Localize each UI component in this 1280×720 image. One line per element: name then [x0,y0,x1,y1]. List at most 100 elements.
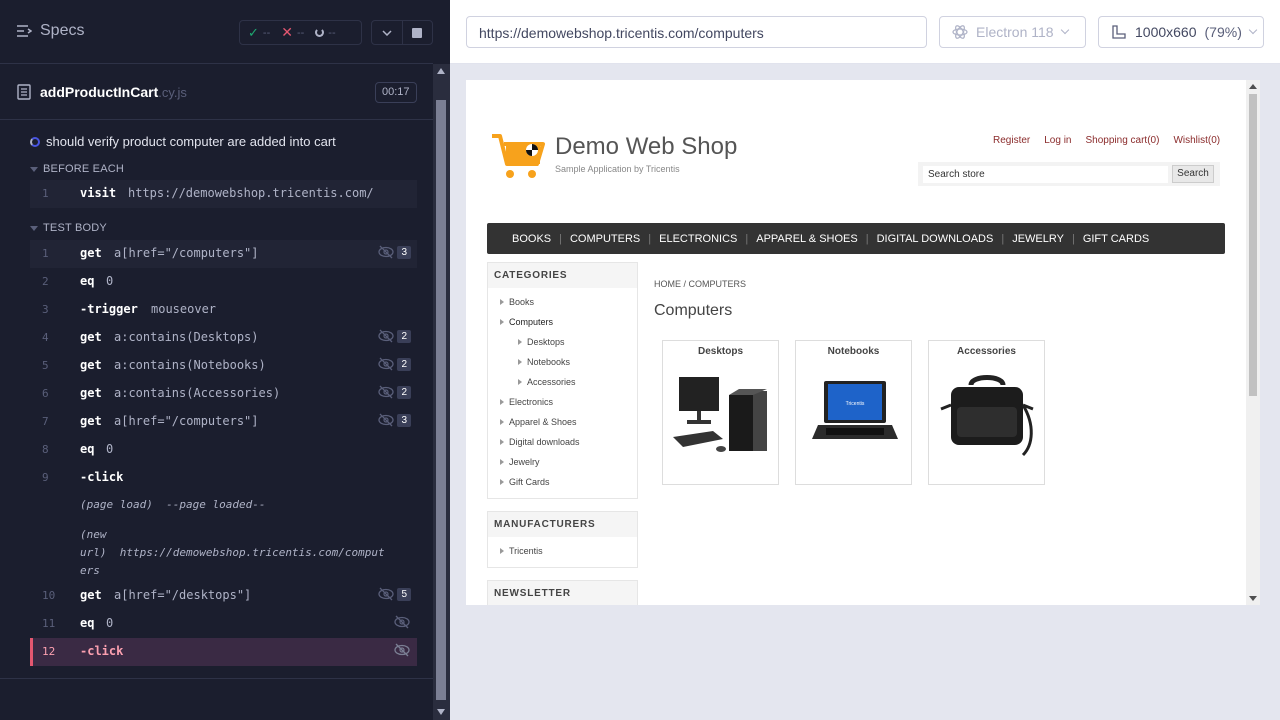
category-desktops[interactable]: Desktops [488,332,637,352]
before-each-header[interactable]: BEFORE EACH [30,163,124,175]
desktop-computer-image[interactable] [671,369,771,464]
category-apparel-shoes[interactable]: Apparel & Shoes [488,412,637,432]
command-row-active[interactable]: 12 -click [30,638,417,666]
svg-text:Tricentis: Tricentis [846,401,865,407]
browser-selector[interactable]: Electron 118 [939,16,1086,48]
eye-slash-icon [378,245,395,259]
specs-button[interactable]: Specs [16,22,84,40]
browser-label: Electron 118 [976,24,1054,40]
scroll-down-arrow-icon[interactable] [437,709,445,715]
command-row[interactable]: 5 get a:contains(Notebooks) 2 [30,352,417,380]
passed-icon: ✓ [248,24,259,40]
manufacturer-tricentis[interactable]: Tricentis [488,541,637,561]
category-electronics[interactable]: Electronics [488,392,637,412]
test-body-header[interactable]: TEST BODY [30,222,107,234]
manufacturers-block: MANUFACTURERS Tricentis [487,511,638,568]
command-row[interactable]: 11 eq 0 [30,610,417,638]
subcategory-card-desktops[interactable]: Desktops [662,340,779,485]
breadcrumb[interactable]: HOME / COMPUTERS [654,279,746,289]
menu-jewelry[interactable]: JEWELRY [1012,233,1064,245]
document-icon [17,84,31,100]
subcategory-card-notebooks[interactable]: Notebooks Tricentis [795,340,912,485]
search-button[interactable]: Search [1172,165,1214,183]
command-row[interactable]: 1 visit https://demowebshop.tricentis.co… [30,180,417,208]
reporter-scrollbar[interactable] [433,64,450,720]
specs-label: Specs [40,22,85,39]
wishlist-link[interactable]: Wishlist(0) [1173,135,1220,146]
manufacturers-title: MANUFACTURERS [488,512,637,537]
command-row[interactable]: 2 eq 0 [30,268,417,296]
category-gift-cards[interactable]: Gift Cards [488,472,637,492]
page-load-event[interactable]: (page load) --page loaded-- [80,498,265,511]
newsletter-block: NEWSLETTER [487,580,638,605]
web-shop-page: Demo Web Shop Sample Application by Tric… [475,104,1237,605]
menu-computers[interactable]: COMPUTERS [570,233,640,245]
element-count-badge: 2 [397,385,411,399]
aut-scrollbar[interactable] [1246,80,1260,605]
command-row[interactable]: 7 get a[href="/computers"] 3 [30,408,417,436]
scroll-up-arrow-icon[interactable] [437,68,445,74]
element-count-badge: 5 [397,587,411,601]
stop-button[interactable] [401,21,433,44]
electron-icon [952,25,968,39]
register-link[interactable]: Register [993,135,1030,146]
shop-subtitle: Sample Application by Tricentis [555,164,680,174]
menu-apparel-shoes[interactable]: APPAREL & SHOES [756,233,857,245]
search-box: Search store Search [918,162,1220,186]
scroll-up-arrow-icon[interactable] [1249,84,1257,89]
menu-gift-cards[interactable]: GIFT CARDS [1083,233,1149,245]
element-count-badge: 3 [397,245,411,259]
command-row[interactable]: 6 get a:contains(Accessories) 2 [30,380,417,408]
viewport-zoom: (79%) [1204,24,1242,40]
eye-slash-icon [378,413,395,427]
spec-file-name[interactable]: addProductInCart.cy.js [40,84,187,100]
new-url-event[interactable]: (new url) https://demowebshop.tricentis.… [80,526,385,580]
category-digital-downloads[interactable]: Digital downloads [488,432,637,452]
newsletter-title: NEWSLETTER [488,581,637,605]
test-title[interactable]: should verify product computer are added… [30,134,336,149]
header-links: Register Log in Shopping cart(0) Wishlis… [993,135,1220,146]
command-row[interactable]: 9 -click [30,464,417,492]
category-accessories[interactable]: Accessories [488,372,637,392]
page-title: Computers [654,302,733,319]
subcategory-card-accessories[interactable]: Accessories [928,340,1045,485]
reporter-header: Specs ✓ -- ✕ -- -- [0,0,433,64]
aut-iframe[interactable]: Demo Web Shop Sample Application by Tric… [466,80,1260,605]
search-input[interactable]: Search store [923,166,1168,183]
command-row[interactable]: 10 get a[href="/desktops"] 5 [30,582,417,610]
login-link[interactable]: Log in [1044,135,1071,146]
categories-block: CATEGORIES Books Computers Desktops Note… [487,262,638,499]
run-controls [371,20,433,45]
category-jewelry[interactable]: Jewelry [488,452,637,472]
pending-count: -- [328,26,336,39]
menu-books[interactable]: BOOKS [512,233,551,245]
command-row[interactable]: 4 get a:contains(Desktops) 2 [30,324,417,352]
expand-collapse-button[interactable] [372,21,402,44]
url-bar[interactable]: https://demowebshop.tricentis.com/comput… [466,16,927,48]
command-row[interactable]: 3 -trigger mouseover [30,296,417,324]
shopping-cart-link[interactable]: Shopping cart(0) [1086,135,1160,146]
cart-logo-icon [492,134,545,178]
shop-title[interactable]: Demo Web Shop [555,133,737,161]
category-notebooks[interactable]: Notebooks [488,352,637,372]
menu-electronics[interactable]: ELECTRONICS [659,233,737,245]
top-menu: BOOKS | COMPUTERS | ELECTRONICS | APPAREL &… [487,223,1225,254]
command-row[interactable]: 8 eq 0 [30,436,417,464]
command-row[interactable]: 1 get a[href="/computers"] 3 [30,240,417,268]
menu-digital-downloads[interactable]: DIGITAL DOWNLOADS [877,233,994,245]
scroll-down-arrow-icon[interactable] [1249,596,1257,601]
failed-count: -- [296,26,305,39]
scrollbar-thumb[interactable] [436,100,446,700]
laptop-bag-image[interactable] [937,369,1037,464]
running-spinner-icon [30,136,40,147]
category-computers[interactable]: Computers [488,312,637,332]
failed-icon: ✕ [281,24,293,40]
category-books[interactable]: Books [488,292,637,312]
eye-slash-icon [378,329,395,343]
chevron-down-icon [1060,25,1069,35]
scrollbar-thumb[interactable] [1249,94,1257,396]
divider [0,678,433,679]
viewport-info[interactable]: 1000x660 (79%) [1098,16,1264,48]
reporter-panel: Specs ✓ -- ✕ -- -- addProductInCart.cy.js … [0,0,450,720]
notebook-image[interactable]: Tricentis [804,369,904,464]
